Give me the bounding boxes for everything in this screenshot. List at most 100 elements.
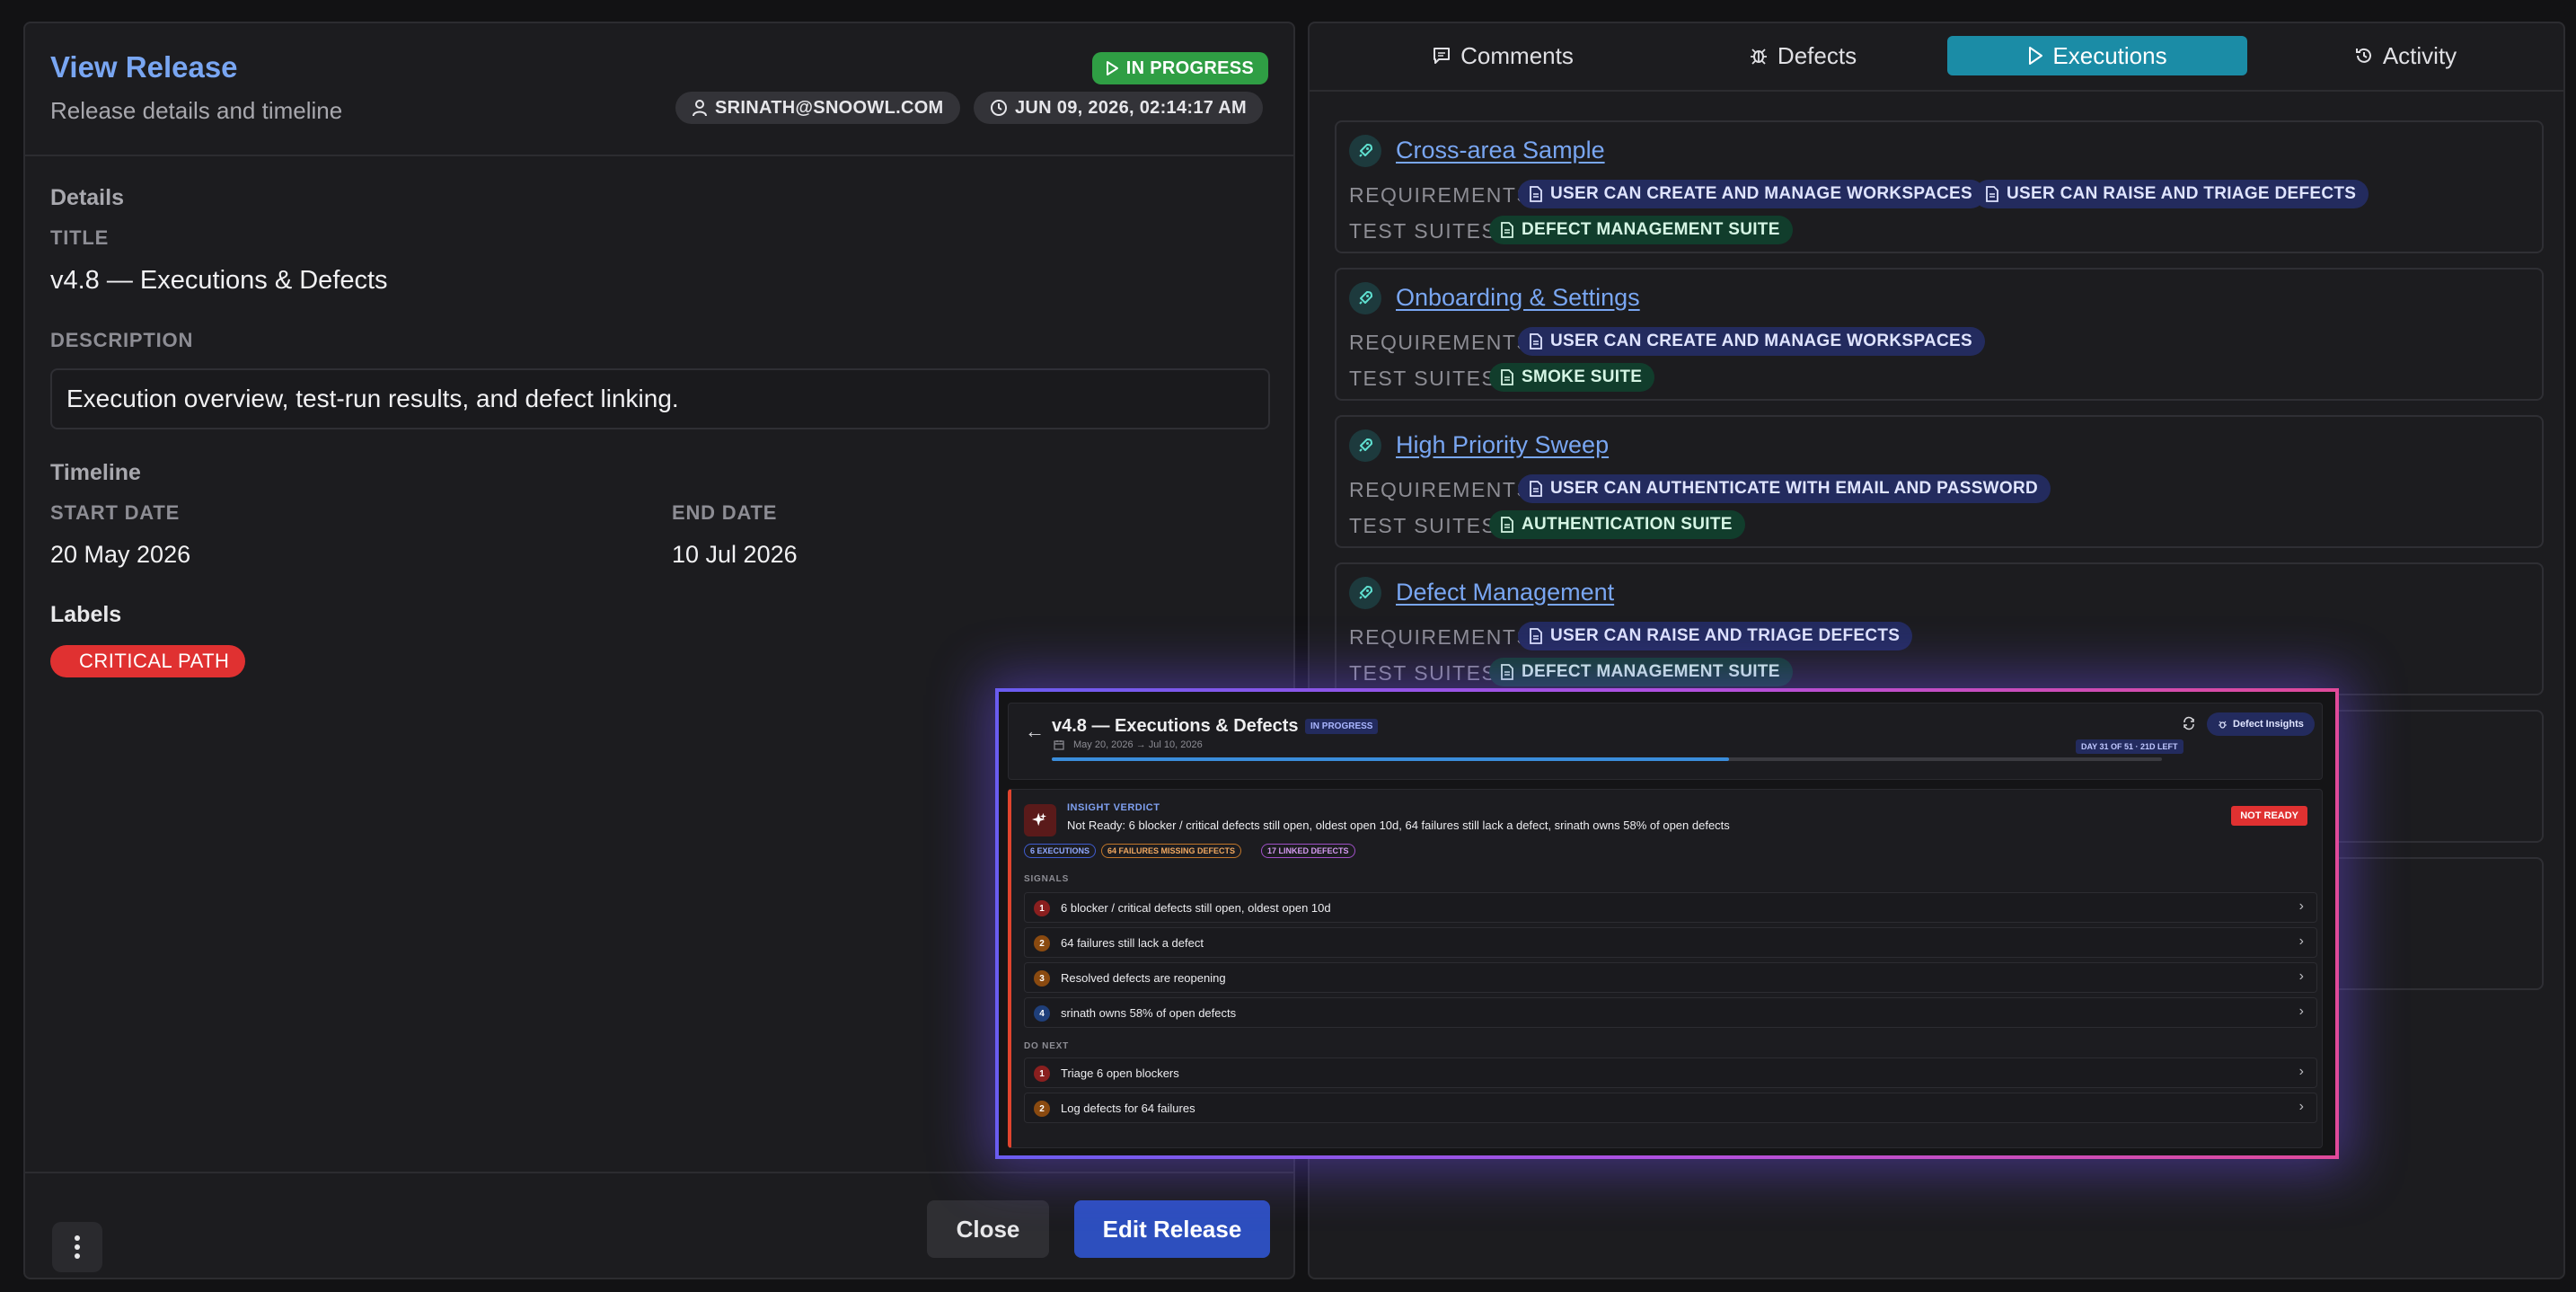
close-button[interactable]: Close (927, 1200, 1049, 1258)
test-suites-label: TEST SUITES (1349, 219, 1497, 243)
test-suite-text: AUTHENTICATION SUITE (1522, 515, 1733, 534)
tab-bar: Comments Defects Executions Activity (1310, 23, 2563, 92)
panel-header: View Release Release details and timelin… (25, 23, 1293, 156)
execution-card: High Priority Sweep REQUIREMENTS USER CA… (1335, 415, 2544, 548)
bug-icon (2218, 720, 2228, 730)
user-icon (692, 99, 708, 117)
start-date-value: 20 May 2026 (50, 541, 191, 568)
labels-heading: Labels (50, 602, 122, 627)
document-icon (1530, 628, 1542, 644)
requirement-pill[interactable]: USER CAN RAISE AND TRIAGE DEFECTS (1518, 622, 1913, 650)
signal-text: 6 blocker / critical defects still open,… (1061, 901, 1331, 915)
verdict-text: Not Ready: 6 blocker / critical defects … (1067, 819, 1730, 832)
overlay-dates: May 20, 2026 → Jul 10, 2026 (1073, 739, 1203, 750)
executions-chip: 6 EXECUTIONS (1024, 844, 1097, 858)
requirements-label: REQUIREMENTS (1349, 625, 1532, 649)
document-icon (1501, 369, 1513, 385)
requirement-text: USER CAN RAISE AND TRIAGE DEFECTS (2007, 184, 2357, 203)
requirement-pill[interactable]: USER CAN CREATE AND MANAGE WORKSPACES (1518, 327, 1985, 356)
next-action-row[interactable]: 2 Log defects for 64 failures › (1024, 1093, 2317, 1123)
requirements-label: REQUIREMENTS (1349, 331, 1532, 354)
requirement-pill[interactable]: USER CAN AUTHENTICATE WITH EMAIL AND PAS… (1518, 474, 2051, 503)
document-icon (1530, 333, 1542, 350)
owner-email: SRINATH@SNOOWL.COM (715, 97, 944, 118)
page-title: View Release (50, 50, 238, 84)
signal-text: srinath owns 58% of open defects (1061, 1006, 1237, 1020)
timeline-progress-bar (1052, 757, 2162, 761)
tab-comments[interactable]: Comments (1381, 36, 1624, 75)
rocket-icon (1349, 577, 1381, 609)
failures-missing-defects-chip: 64 FAILURES MISSING DEFECTS (1101, 844, 1242, 858)
timestamp-text: JUN 09, 2026, 02:14:17 AM (1015, 97, 1248, 118)
signal-row[interactable]: 1 6 blocker / critical defects still ope… (1024, 892, 2317, 923)
tab-executions[interactable]: Executions (1947, 36, 2247, 75)
comment-icon (1432, 46, 1451, 66)
requirements-label: REQUIREMENTS (1349, 478, 1532, 501)
play-icon (2027, 46, 2043, 66)
linked-defects-chip: 17 LINKED DEFECTS (1261, 844, 1355, 858)
defect-insights-label: Defect Insights (2233, 719, 2304, 730)
chevron-right-icon: › (2298, 1004, 2304, 1019)
test-suite-text: DEFECT MANAGEMENT SUITE (1522, 220, 1780, 239)
tab-activity[interactable]: Activity (2271, 36, 2540, 75)
document-icon (1530, 186, 1542, 202)
signal-row[interactable]: 3 Resolved defects are reopening › (1024, 962, 2317, 993)
execution-card: Onboarding & Settings REQUIREMENTS USER … (1335, 268, 2544, 401)
bug-icon (1749, 46, 1769, 66)
test-suite-pill[interactable]: AUTHENTICATION SUITE (1489, 510, 1745, 539)
verdict-tag: INSIGHT VERDICT (1067, 802, 1160, 813)
signals-label: SIGNALS (1024, 874, 1070, 884)
edit-release-button[interactable]: Edit Release (1074, 1200, 1270, 1258)
requirement-text: USER CAN CREATE AND MANAGE WORKSPACES (1550, 184, 1972, 203)
document-icon (1530, 481, 1542, 497)
signal-row[interactable]: 4 srinath owns 58% of open defects › (1024, 997, 2317, 1028)
back-arrow-icon[interactable]: ← (1025, 720, 1045, 743)
timeline-heading: Timeline (50, 460, 141, 485)
requirement-pill[interactable]: USER CAN RAISE AND TRIAGE DEFECTS (1974, 180, 2369, 208)
requirement-pill[interactable]: USER CAN CREATE AND MANAGE WORKSPACES (1518, 180, 1985, 208)
signal-text: Resolved defects are reopening (1061, 971, 1226, 985)
test-suite-pill[interactable]: SMOKE SUITE (1489, 363, 1655, 392)
timestamp-badge: JUN 09, 2026, 02:14:17 AM (974, 92, 1264, 124)
refresh-icon[interactable] (2182, 716, 2196, 730)
test-suites-label: TEST SUITES (1349, 661, 1497, 685)
tab-defects[interactable]: Defects (1681, 36, 1924, 75)
clock-icon (990, 99, 1008, 117)
chevron-right-icon: › (2298, 934, 2304, 949)
chevron-right-icon: › (2298, 1099, 2304, 1114)
rocket-icon (1349, 282, 1381, 314)
more-options-button[interactable] (52, 1222, 102, 1272)
execution-title-link[interactable]: Cross-area Sample (1396, 137, 1605, 164)
next-action-text: Triage 6 open blockers (1061, 1066, 1179, 1080)
start-date-label: START DATE (50, 501, 181, 524)
not-ready-badge: NOT READY (2231, 806, 2307, 826)
signal-number: 3 (1034, 970, 1050, 987)
page-subtitle: Release details and timeline (50, 97, 343, 124)
defect-insights-button[interactable]: Defect Insights (2207, 712, 2315, 736)
test-suites-label: TEST SUITES (1349, 514, 1497, 537)
chevron-right-icon: › (2298, 969, 2304, 984)
requirements-label: REQUIREMENTS (1349, 183, 1532, 207)
description-label: DESCRIPTION (50, 329, 194, 351)
test-suite-pill[interactable]: DEFECT MANAGEMENT SUITE (1489, 658, 1793, 686)
execution-title-link[interactable]: High Priority Sweep (1396, 431, 1609, 459)
execution-title-link[interactable]: Onboarding & Settings (1396, 284, 1640, 312)
history-icon (2354, 46, 2374, 66)
details-heading: Details (50, 185, 124, 210)
title-value: v4.8 — Executions & Defects (50, 266, 388, 295)
description-value: Execution overview, test-run results, an… (50, 368, 1270, 429)
test-suite-pill[interactable]: DEFECT MANAGEMENT SUITE (1489, 216, 1793, 244)
execution-card: Cross-area Sample REQUIREMENTS USER CAN … (1335, 120, 2544, 253)
signal-row[interactable]: 2 64 failures still lack a defect › (1024, 927, 2317, 958)
tab-activity-label: Activity (2382, 41, 2457, 69)
title-label: TITLE (50, 226, 110, 249)
test-suite-text: DEFECT MANAGEMENT SUITE (1522, 662, 1780, 681)
execution-title-link[interactable]: Defect Management (1396, 579, 1614, 606)
next-action-number: 1 (1034, 1066, 1050, 1082)
tab-comments-label: Comments (1460, 41, 1574, 69)
chevron-right-icon: › (2298, 1064, 2304, 1079)
next-action-row[interactable]: 1 Triage 6 open blockers › (1024, 1057, 2317, 1088)
insight-verdict-card: INSIGHT VERDICT Not Ready: 6 blocker / c… (1008, 789, 2323, 1148)
day-badge: DAY 31 OF 51 · 21D LEFT (2076, 739, 2183, 754)
end-date-label: END DATE (672, 501, 778, 524)
